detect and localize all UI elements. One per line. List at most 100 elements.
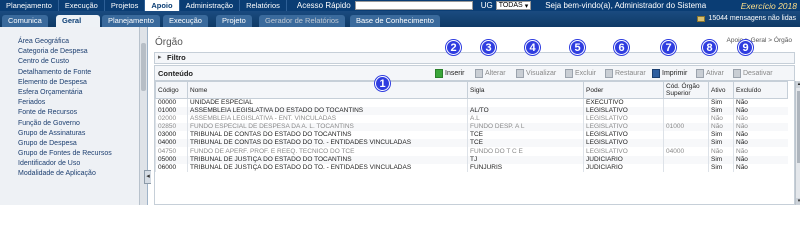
table-cell: Não (733, 123, 788, 132)
col-sigla[interactable]: Sigla (467, 81, 584, 99)
topnav-tab-projetos[interactable]: Projetos (105, 0, 146, 11)
sidebar-item-identificador-uso[interactable]: Identificador de Uso (18, 159, 147, 169)
subnav-tab-geral[interactable]: Geral (56, 15, 100, 27)
expand-arrow-icon: ▸ (158, 54, 162, 61)
subnav-tab-comunica[interactable]: Comunica (2, 15, 48, 27)
table-cell: Não (733, 139, 788, 148)
table-cell (467, 98, 584, 107)
sidebar-item-centro-custo[interactable]: Centro de Custo (18, 57, 147, 67)
view-button[interactable]: Visualizar (516, 68, 556, 79)
orgao-table: Código Nome Sigla Poder Cód. Órgão Super… (155, 81, 788, 172)
subnav-tab-planejamento[interactable]: Planejamento (102, 15, 160, 27)
print-button[interactable]: Imprimir (652, 68, 687, 79)
breadcrumb-orgao: Órgão (773, 37, 792, 44)
sidebar-scroll-thumb[interactable] (141, 43, 146, 91)
filter-panel[interactable]: ▸ Filtro (154, 52, 795, 64)
table-row[interactable]: 03000 TRIBUNAL DE CONTAS DO ESTADO DO TOC… (155, 131, 788, 140)
insert-button[interactable]: Inserir (435, 68, 464, 79)
edit-button[interactable]: Alterar (475, 68, 506, 79)
view-icon (516, 69, 524, 78)
table-cell: A.L (467, 115, 584, 124)
topnav-tab-planejamento[interactable]: Planejamento (0, 0, 59, 11)
sidebar-item-modalidade-aplicacao[interactable]: Modalidade de Aplicação (18, 169, 147, 179)
table-cell: Sim (708, 163, 734, 172)
scroll-down-arrow-icon[interactable]: ▾ (796, 198, 800, 205)
insert-label: Inserir (445, 70, 465, 77)
table-cell: 01000 (663, 123, 709, 132)
col-nome[interactable]: Nome (187, 81, 468, 99)
sidebar-item-elemento-despesa[interactable]: Elemento de Despesa (18, 78, 147, 88)
subnav-tab-gerador-relatorios[interactable]: Gerador de Relatórios (259, 15, 345, 27)
quick-access-label: Acesso Rápido (296, 1, 351, 10)
col-poder[interactable]: Poder (583, 81, 664, 99)
deactivate-button[interactable]: Desativar (733, 68, 773, 79)
sidebar-item-fonte-recursos[interactable]: Fonte de Recursos (18, 108, 147, 118)
content-panel: Conteúdo Inserir Alterar Visualizar Excl… (154, 65, 800, 205)
sidebar-item-grupo-fontes-recursos[interactable]: Grupo de Fontes de Recursos (18, 149, 147, 159)
edit-label: Alterar (485, 70, 506, 77)
subnav-tab-execucao[interactable]: Execução (163, 15, 208, 27)
table-cell: FUNJURIS (467, 163, 584, 172)
welcome-text: Seja bem-vindo(a), Administrador do Sist… (545, 1, 707, 10)
table-cell: EXECUTIVO (583, 98, 664, 107)
table-cell: 04000 (663, 147, 709, 156)
sidebar-item-grupo-despesa[interactable]: Grupo de Despesa (18, 139, 147, 149)
sidebar: Área Geográfica Categoria de Despesa Cen… (0, 27, 148, 205)
table-row[interactable]: 02000 ASSEMBLEIA LEGISLATIVA - ENT. VINCU… (155, 115, 788, 124)
table-cell (663, 107, 709, 116)
unread-messages[interactable]: 15044 mensagens não lidas (697, 15, 796, 22)
sidebar-item-detalhamento-fonte[interactable]: Detalhamento de Fonte (18, 68, 147, 78)
breadcrumb-geral[interactable]: Geral (751, 37, 767, 44)
printer-icon (652, 69, 660, 78)
table-row[interactable]: 04000 TRIBUNAL DE CONTAS DO ESTADO DO TO.… (155, 139, 788, 148)
sidebar-item-area-geografica[interactable]: Área Geográfica (18, 37, 147, 47)
content-label: Conteúdo (158, 69, 193, 78)
table-row[interactable]: 06000 TRIBUNAL DE JUSTIÇA DO ESTADO DO TO… (155, 163, 788, 172)
table-cell (663, 98, 709, 107)
deactivate-label: Desativar (743, 70, 773, 77)
table-cell: TJ (467, 155, 584, 164)
topnav-tab-relatorios[interactable]: Relatórios (240, 0, 287, 11)
restore-icon (605, 69, 613, 78)
table-cell: LEGISLATIVO (583, 115, 664, 124)
filter-label: Filtro (167, 53, 186, 62)
sidebar-item-grupo-assinaturas[interactable]: Grupo de Assinaturas (18, 129, 147, 139)
table-cell: 04750 (155, 147, 188, 156)
sidebar-item-esfera-orcamentaria[interactable]: Esfera Orçamentária (18, 88, 147, 98)
col-ativo[interactable]: Ativo (708, 81, 734, 99)
sidebar-item-funcao-governo[interactable]: Função de Governo (18, 119, 147, 129)
callout-badge-8: 8 (702, 40, 717, 55)
table-row[interactable]: 04750 FUNDO DE APERF. PROF. E REEQ. TECNI… (155, 147, 788, 156)
topnav-tab-administracao[interactable]: Administração (180, 0, 241, 11)
table-scrollbar[interactable]: ▴ ▾ (795, 81, 800, 205)
subnav-tab-projeto[interactable]: Projeto (216, 15, 252, 27)
sidebar-item-feriados[interactable]: Feriados (18, 98, 147, 108)
table-cell: JUDICIARIO (583, 163, 664, 172)
edit-icon (475, 69, 483, 78)
page-title: Órgão (155, 37, 183, 48)
topnav-tab-apoio[interactable]: Apoio (145, 0, 180, 11)
scroll-up-arrow-icon[interactable]: ▴ (796, 81, 800, 88)
table-row[interactable]: 01000 ASSEMBLEIA LEGISLATIVA DO ESTADO DO… (155, 107, 788, 116)
table-row[interactable]: 02850 FUNDO ESPECIAL DE DESPESA DA A. L. … (155, 123, 788, 132)
table-cell: ASSEMBLEIA LEGISLATIVA DO ESTADO DO TOCA… (187, 107, 468, 116)
table-row[interactable]: 00000 UNIDADE ESPECIAL EXECUTIVO Sim Não (155, 98, 788, 107)
col-excluido[interactable]: Excluído (733, 81, 788, 99)
exercicio-label: Exercício 2018 (740, 0, 797, 11)
table-cell (663, 155, 709, 164)
top-navigation: Planejamento Execução Projetos Apoio Adm… (0, 0, 800, 11)
col-cod-orgao-superior[interactable]: Cód. Órgão Superior (663, 81, 709, 99)
sidebar-item-categoria-despesa[interactable]: Categoria de Despesa (18, 47, 147, 57)
ug-select[interactable]: TODAS ▾ (495, 1, 532, 10)
restore-button[interactable]: Restaurar (605, 68, 646, 79)
table-cell: LEGISLATIVO (583, 123, 664, 132)
col-codigo[interactable]: Código (155, 81, 188, 99)
table-cell: 02850 (155, 123, 188, 132)
activate-button[interactable]: Ativar (696, 68, 724, 79)
subnav-tab-base-conhecimento[interactable]: Base de Conhecimento (350, 15, 440, 27)
delete-button[interactable]: Excluir (565, 68, 596, 79)
table-row[interactable]: 05000 TRIBUNAL DE JUSTIÇA DO ESTADO DO TO… (155, 155, 788, 164)
topnav-tab-execucao[interactable]: Execução (59, 0, 105, 11)
quick-access-input[interactable] (354, 1, 473, 10)
table-cell: ASSEMBLEIA LEGISLATIVA - ENT. VINCULADAS (187, 115, 468, 124)
